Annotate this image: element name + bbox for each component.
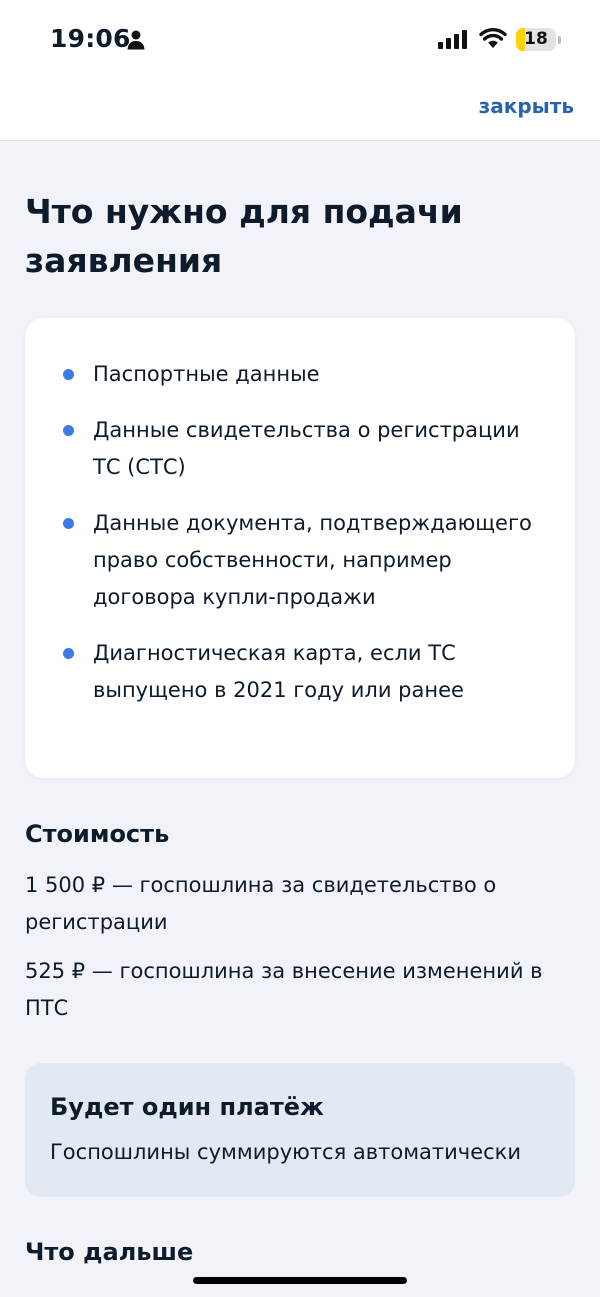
- requirement-text: Диагностическая карта, если ТС выпущено …: [93, 641, 464, 702]
- requirement-text: Данные документа, подтверждающего право …: [93, 511, 532, 609]
- person-icon: [127, 30, 145, 54]
- signal-icon: [438, 30, 468, 54]
- status-bar: 19:06 18: [0, 0, 600, 80]
- battery-cap: [558, 36, 561, 44]
- battery-level: 18: [524, 29, 548, 49]
- top-navigation-bar: закрыть: [0, 80, 600, 141]
- cost-item-fee-pts: 525 ₽ — госпошлина за внесение изменений…: [25, 959, 543, 1020]
- bullet-icon: [63, 369, 74, 380]
- wifi-icon: [479, 27, 507, 53]
- cost-item-fee-certificate: 1 500 ₽ — госпошлина за свидетельство о …: [25, 873, 497, 934]
- payment-info-card: Будет один платёж Госпошлины суммируются…: [25, 1063, 575, 1197]
- bullet-icon: [63, 648, 74, 659]
- bullet-icon: [63, 518, 74, 529]
- page-title: Что нужно для подачи заявления: [25, 192, 463, 280]
- list-item: Данные документа, подтверждающего право …: [25, 505, 575, 616]
- requirements-list: Паспортные данные Данные свидетельства о…: [25, 356, 575, 709]
- home-indicator[interactable]: [193, 1277, 407, 1284]
- list-item: Диагностическая карта, если ТС выпущено …: [25, 635, 575, 709]
- list-item: Паспортные данные: [25, 356, 575, 393]
- cost-heading: Стоимость: [25, 820, 170, 848]
- bullet-icon: [63, 425, 74, 436]
- info-card-text: Госпошлины суммируются автоматически: [50, 1140, 522, 1164]
- requirement-text: Данные свидетельства о регистрации ТС (С…: [93, 418, 520, 479]
- status-time: 19:06: [50, 24, 131, 53]
- requirements-card: Паспортные данные Данные свидетельства о…: [25, 318, 575, 778]
- close-button[interactable]: закрыть: [479, 94, 574, 118]
- requirement-text: Паспортные данные: [93, 362, 320, 386]
- info-card-title: Будет один платёж: [50, 1093, 324, 1121]
- list-item: Данные свидетельства о регистрации ТС (С…: [25, 412, 575, 486]
- battery-icon: 18: [516, 28, 556, 51]
- next-steps-heading: Что дальше: [25, 1238, 194, 1266]
